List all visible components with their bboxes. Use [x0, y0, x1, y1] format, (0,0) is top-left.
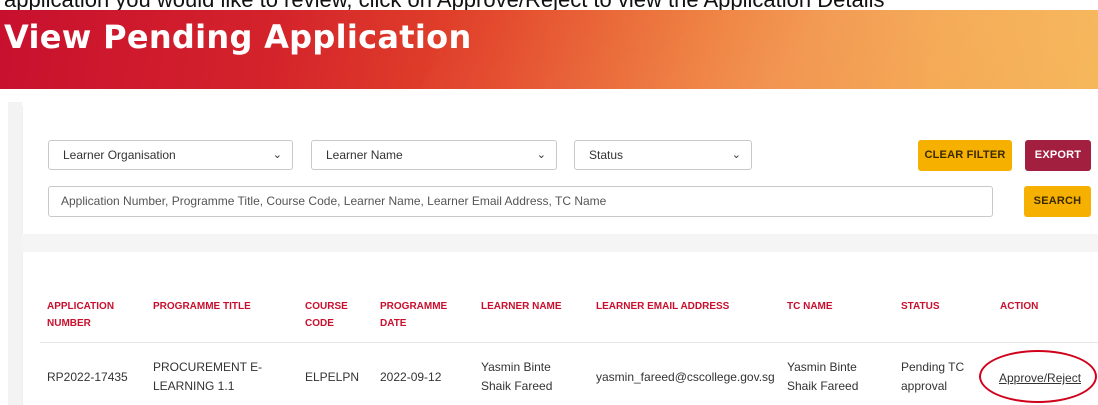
th-status: STATUS [901, 301, 940, 312]
clear-filter-button[interactable]: CLEAR FILTER [918, 140, 1012, 171]
chevron-down-icon: ⌄ [731, 149, 741, 161]
status-select[interactable]: Status ⌄ [574, 140, 752, 170]
th-application-number: APPLICATION NUMBER [47, 301, 115, 329]
export-button[interactable]: EXPORT [1025, 140, 1091, 171]
cell-programme-title: PROCUREMENT E- LEARNING 1.1 [153, 360, 263, 393]
th-programme-title: PROGRAMME TITLE [153, 301, 251, 312]
cell-status: Pending TC approval [901, 360, 965, 393]
chevron-down-icon: ⌄ [536, 149, 546, 161]
th-learner-name: LEARNER NAME [481, 301, 562, 312]
cell-learner-email: yasmin_fareed@cscollege.gov.sg [596, 370, 775, 384]
th-tc-name: TC NAME [787, 301, 833, 312]
cell-tc-name: Yasmin Binte Shaik Fareed [787, 360, 859, 393]
cell-course-code: ELPELPN [305, 370, 360, 384]
th-action: ACTION [1000, 301, 1039, 312]
th-programme-date: PROGRAMME DATE [380, 301, 448, 329]
page-title: View Pending Application [4, 18, 472, 56]
search-button[interactable]: SEARCH [1024, 186, 1091, 217]
th-course-code: COURSE CODE [305, 301, 348, 329]
cell-application-number: RP2022-17435 [47, 370, 128, 384]
status-value: Status [589, 148, 624, 162]
chevron-down-icon: ⌄ [272, 149, 282, 161]
page-banner: View Pending Application [0, 10, 1098, 89]
learner-organisation-select[interactable]: Learner Organisation ⌄ [48, 140, 293, 170]
learner-organisation-value: Learner Organisation [63, 148, 176, 162]
cell-learner-name: Yasmin Binte Shaik Fareed [481, 360, 553, 393]
th-learner-email: LEARNER EMAIL ADDRESS [596, 301, 730, 312]
search-input[interactable]: Application Number, Programme Title, Cou… [48, 186, 993, 217]
learner-name-value: Learner Name [326, 148, 403, 162]
left-border [8, 102, 22, 405]
card-gap [22, 234, 1098, 252]
learner-name-select[interactable]: Learner Name ⌄ [311, 140, 557, 170]
top-cut-text: application you would like to review, cl… [0, 0, 1098, 10]
highlight-ellipse [979, 350, 1097, 403]
cell-programme-date: 2022-09-12 [380, 370, 442, 384]
header-divider [40, 342, 1098, 343]
